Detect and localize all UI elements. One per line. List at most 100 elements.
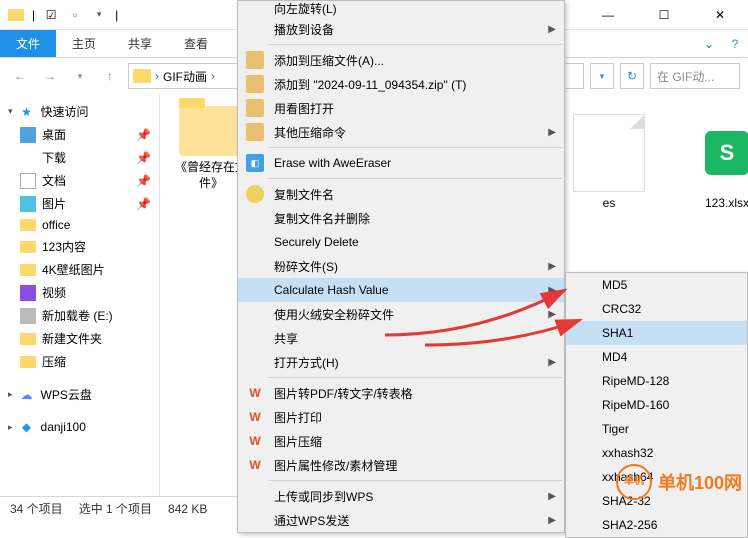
menu-item[interactable]: 复制文件名并删除 bbox=[238, 206, 564, 230]
menu-item-hash[interactable]: RipeMD-160 bbox=[566, 393, 747, 417]
menu-item-hash[interactable]: MD4 bbox=[566, 345, 747, 369]
menu-item-label: 复制文件名并删除 bbox=[274, 210, 534, 227]
qat-item-icon[interactable]: ▫ bbox=[67, 7, 83, 23]
sidebar-item[interactable]: 123内容 bbox=[0, 235, 159, 258]
menu-item[interactable]: Securely Delete bbox=[238, 230, 564, 254]
minimize-button[interactable]: — bbox=[588, 3, 628, 27]
close-button[interactable]: ✕ bbox=[700, 3, 740, 27]
menu-item[interactable]: 用看图打开 bbox=[238, 96, 564, 120]
chevron-right-icon: ▶ bbox=[548, 515, 556, 526]
pin-icon: 📌 bbox=[136, 151, 151, 165]
sidebar-item[interactable]: 压缩 bbox=[0, 350, 159, 373]
sidebar-item[interactable]: office bbox=[0, 215, 159, 235]
chevron-right-icon: ▶ bbox=[548, 261, 556, 272]
sidebar-label: danji100 bbox=[41, 420, 86, 434]
menu-item-label: 向左旋转(L) bbox=[274, 1, 534, 17]
qat-overflow-icon[interactable]: ▾ bbox=[91, 7, 107, 23]
pin-icon: 📌 bbox=[136, 197, 151, 211]
menu-item[interactable]: 通过WPS发送 ▶ bbox=[238, 508, 564, 532]
menu-item[interactable]: 使用火绒安全粉碎文件▶ bbox=[238, 302, 564, 326]
chevron-down-icon: ▾ bbox=[8, 106, 13, 117]
breadcrumb-segment[interactable]: GIF动画 bbox=[163, 68, 207, 85]
sidebar-item[interactable]: 视频 bbox=[0, 281, 159, 304]
sidebar-item-label: 视频 bbox=[42, 284, 66, 301]
menu-item[interactable]: 添加到压缩文件(A)... bbox=[238, 48, 564, 72]
menu-item-hash[interactable]: xxhash32 bbox=[566, 441, 747, 465]
ribbon-expand-button[interactable]: ⌄ bbox=[696, 30, 722, 57]
chevron-right-icon: ▶ bbox=[548, 24, 556, 35]
menu-item-hash[interactable]: MD5 bbox=[566, 273, 747, 297]
sidebar-item[interactable]: 下载 📌 bbox=[0, 146, 159, 169]
tab-share[interactable]: 共享 bbox=[112, 30, 168, 57]
app-icon: ◆ bbox=[19, 419, 35, 435]
menu-item-label: Erase with AweEraser bbox=[274, 156, 534, 170]
menu-item[interactable]: W图片打印 bbox=[238, 405, 564, 429]
tab-home[interactable]: 主页 bbox=[56, 30, 112, 57]
wps-o-icon: W bbox=[246, 384, 264, 402]
address-dropdown-button[interactable]: ▾ bbox=[590, 63, 614, 89]
menu-item-hash[interactable]: SHA2-256 bbox=[566, 513, 747, 537]
history-button[interactable]: ▾ bbox=[68, 64, 92, 88]
up-button[interactable]: ↑ bbox=[98, 64, 122, 88]
search-input[interactable]: 在 GIF动... bbox=[650, 63, 740, 89]
menu-item[interactable]: 粉碎文件(S)▶ bbox=[238, 254, 564, 278]
tab-view[interactable]: 查看 bbox=[168, 30, 224, 57]
qat-sep: | bbox=[32, 8, 35, 22]
menu-item[interactable]: 共享 bbox=[238, 326, 564, 350]
file-item-xlsx[interactable]: S 123.xlsx bbox=[688, 114, 748, 212]
menu-item[interactable]: 上传或同步到WPS▶ bbox=[238, 484, 564, 508]
menu-item[interactable]: 复制文件名 bbox=[238, 182, 564, 206]
folder-icon bbox=[20, 264, 36, 276]
help-button[interactable]: ? bbox=[722, 30, 748, 57]
menu-item-label: RipeMD-128 bbox=[602, 374, 717, 388]
menu-item-hash[interactable]: RipeMD-128 bbox=[566, 369, 747, 393]
menu-item-label: 通过WPS发送 bbox=[274, 512, 534, 529]
menu-icon bbox=[574, 276, 592, 294]
menu-item-label: MD5 bbox=[602, 278, 717, 292]
sidebar-item[interactable]: 4K壁纸图片 bbox=[0, 258, 159, 281]
menu-icon bbox=[574, 300, 592, 318]
chevron-right-icon: ▶ bbox=[548, 357, 556, 368]
tab-file[interactable]: 文件 bbox=[0, 30, 56, 57]
menu-item[interactable]: 打开方式(H)▶ bbox=[238, 350, 564, 374]
sidebar-item[interactable]: 新加载卷 (E:) bbox=[0, 304, 159, 327]
maximize-button[interactable]: ☐ bbox=[644, 3, 684, 27]
sidebar-wps[interactable]: ▸ ☁ WPS云盘 bbox=[0, 383, 159, 406]
sidebar-item-label: 图片 bbox=[42, 195, 66, 212]
forward-button[interactable]: → bbox=[38, 64, 62, 88]
chevron-right-icon: ▸ bbox=[8, 389, 13, 400]
menu-icon bbox=[574, 492, 592, 510]
sidebar-item[interactable]: 桌面📌 bbox=[0, 123, 159, 146]
chevron-right-icon[interactable]: › bbox=[211, 69, 215, 83]
navigation-pane: ▾ ★ 快速访问 桌面📌 下载 📌 文档📌 图片 📌 office123内容4K壁纸图片视频… bbox=[0, 94, 160, 496]
file-item[interactable]: es bbox=[570, 114, 648, 212]
menu-item-label: MD4 bbox=[602, 350, 717, 364]
menu-item[interactable]: W 图片转PDF/转文字/转表格 bbox=[238, 381, 564, 405]
menu-item[interactable]: 其他压缩命令▶ bbox=[238, 120, 564, 144]
sidebar-item-label: 下载 bbox=[42, 149, 66, 166]
context-menu[interactable]: 向左旋转(L)播放到设备▶ 添加到压缩文件(A)...添加到 "2024-09-1… bbox=[237, 0, 565, 533]
menu-item-label: 图片转PDF/转文字/转表格 bbox=[274, 385, 534, 402]
refresh-button[interactable]: ↻ bbox=[620, 63, 644, 89]
menu-icon bbox=[246, 353, 264, 371]
menu-item-hash[interactable]: SHA1 bbox=[566, 321, 747, 345]
menu-item-hash[interactable]: Tiger bbox=[566, 417, 747, 441]
menu-item[interactable]: Calculate Hash Value▶ bbox=[238, 278, 564, 302]
chevron-right-icon[interactable]: › bbox=[155, 69, 159, 83]
quick-access-header[interactable]: ▾ ★ 快速访问 bbox=[0, 100, 159, 123]
watermark-logo: 单机 bbox=[616, 464, 652, 500]
menu-item[interactable]: W图片属性修改/素材管理 bbox=[238, 453, 564, 477]
sidebar-item[interactable]: 新建文件夹 bbox=[0, 327, 159, 350]
back-button[interactable]: ← bbox=[8, 64, 32, 88]
sidebar-item[interactable]: 图片 📌 bbox=[0, 192, 159, 215]
menu-item[interactable]: 向左旋转(L) bbox=[238, 1, 564, 17]
menu-item[interactable]: W图片压缩 bbox=[238, 429, 564, 453]
sidebar-item[interactable]: 文档📌 bbox=[0, 169, 159, 192]
menu-item-hash[interactable]: CRC32 bbox=[566, 297, 747, 321]
sidebar-danji[interactable]: ▸ ◆ danji100 bbox=[0, 416, 159, 438]
menu-item[interactable]: 添加到 "2024-09-11_094354.zip" (T) bbox=[238, 72, 564, 96]
menu-item[interactable]: 播放到设备▶ bbox=[238, 17, 564, 41]
menu-item[interactable]: ◧Erase with AweEraser bbox=[238, 151, 564, 175]
checkbox-icon[interactable]: ☑ bbox=[43, 7, 59, 23]
menu-item-label: Securely Delete bbox=[274, 235, 534, 249]
